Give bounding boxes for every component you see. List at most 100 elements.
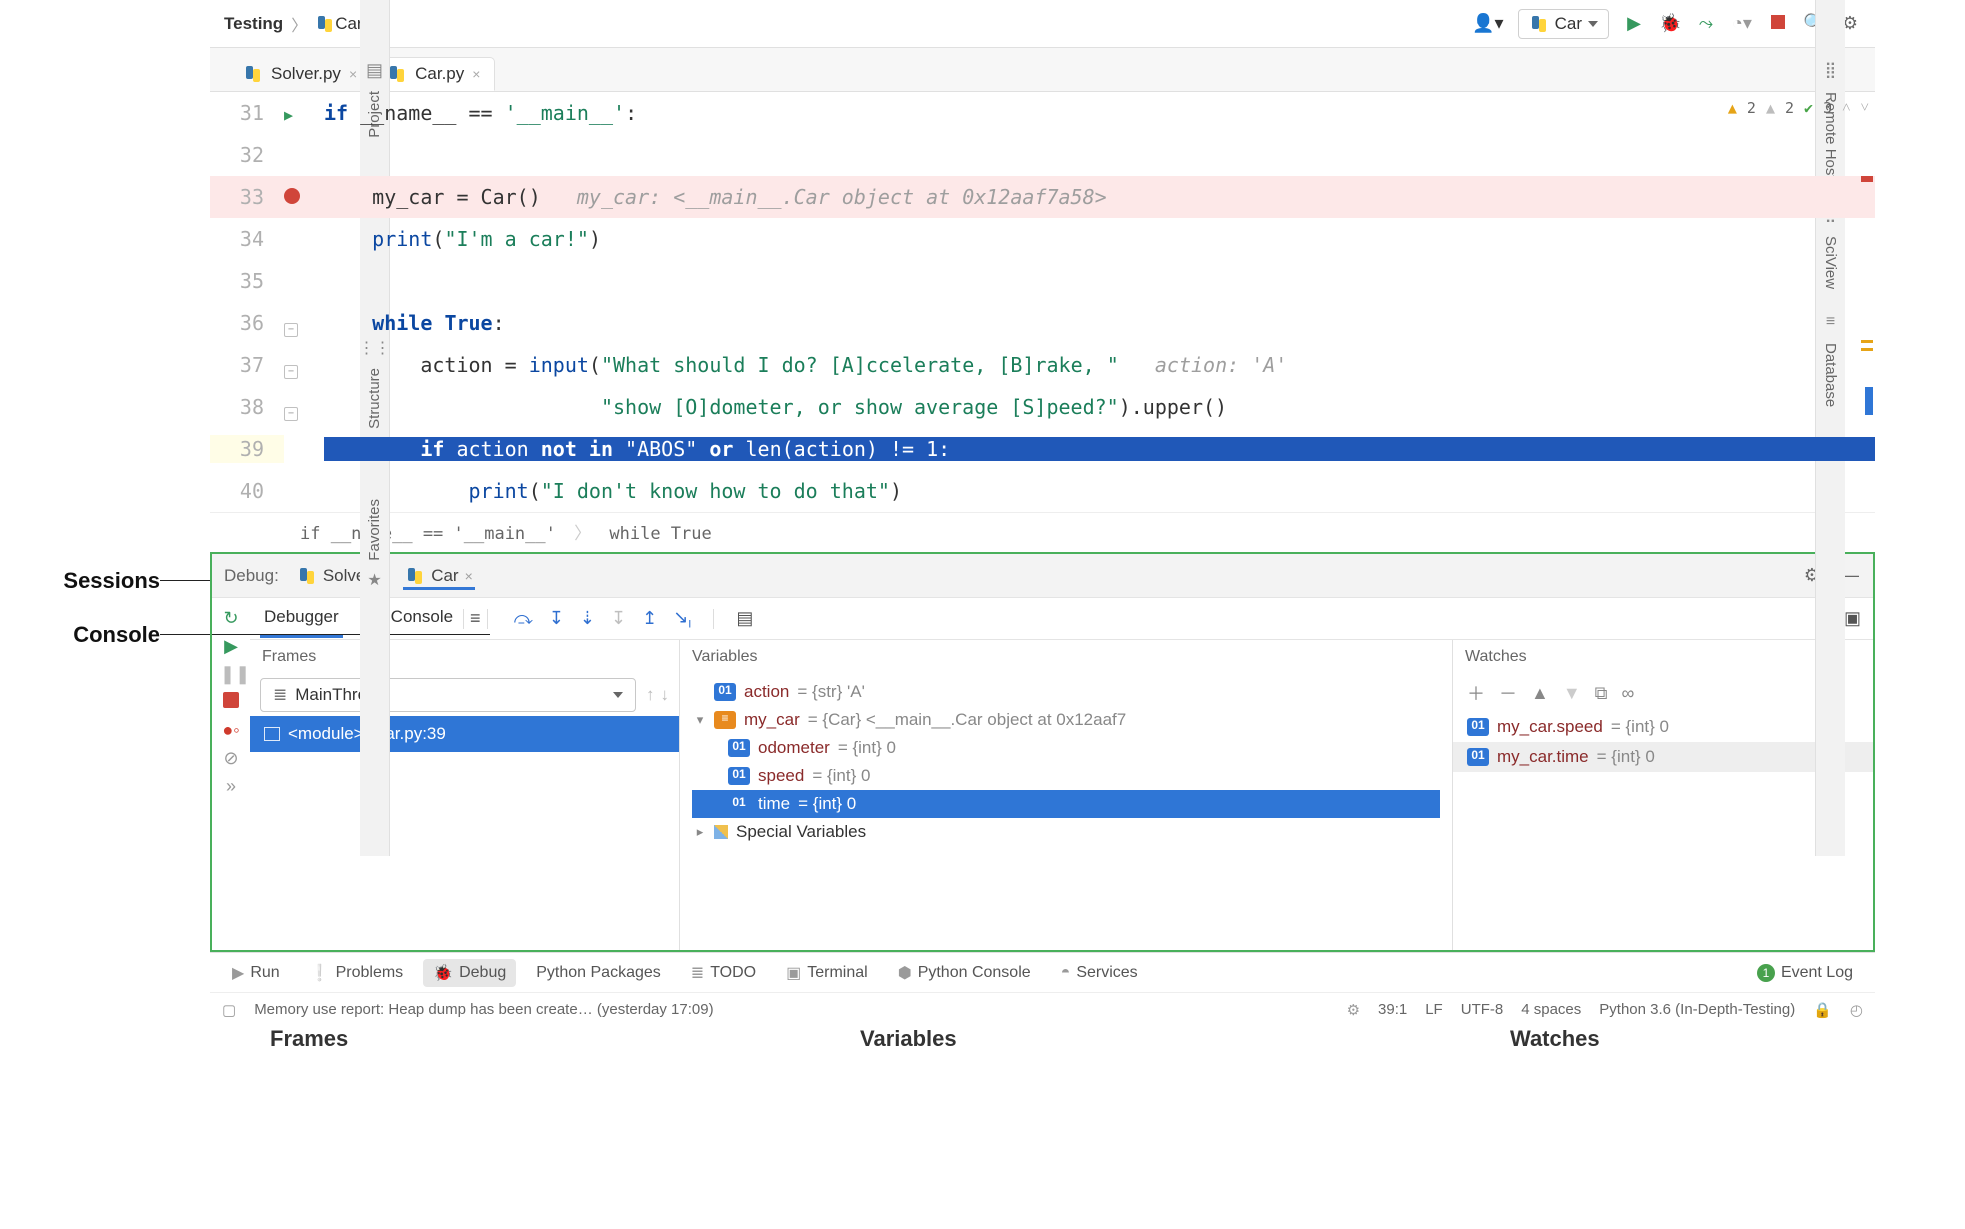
line-number[interactable]: 31 <box>210 99 284 127</box>
debugger-tab[interactable]: Debugger <box>260 599 343 638</box>
run-gutter-icon[interactable]: ▶ <box>284 106 293 124</box>
problems-tool-tab[interactable]: ❕Problems <box>300 959 414 987</box>
more-icon[interactable]: » <box>220 776 242 798</box>
code-line[interactable]: print("I don't know how to do that") <box>324 479 1875 503</box>
scrollbar-markers[interactable] <box>1861 92 1875 512</box>
services-tab[interactable]: ◓Services <box>1051 960 1148 986</box>
stop-debug-button[interactable] <box>220 692 242 714</box>
code-line[interactable]: if action not in "ABOS" or len(action) !… <box>324 437 1875 461</box>
stop-button[interactable] <box>1767 13 1789 34</box>
line-number[interactable]: 36 <box>210 309 284 337</box>
run-config-selector[interactable]: Car <box>1518 9 1609 39</box>
layout-settings-icon[interactable]: ▣ <box>1844 608 1861 629</box>
run-button[interactable]: ▶ <box>1623 13 1645 34</box>
force-step-into-icon[interactable]: ↧ <box>611 608 626 629</box>
editor-tab-solver[interactable]: Solver.py × <box>228 57 372 91</box>
variable-row[interactable]: 01odometer = {int} 0 <box>692 734 1440 762</box>
prev-highlight-icon[interactable]: ˄ <box>1842 98 1850 117</box>
python-packages-tab[interactable]: Python Packages <box>526 960 671 986</box>
fold-toggle[interactable]: − <box>284 407 298 421</box>
move-down-icon[interactable]: ▼ <box>1563 683 1581 704</box>
caret-position[interactable]: 39:1 <box>1378 1001 1407 1018</box>
editor-breadcrumb[interactable]: if __name__ == '__main__' 〉 while True <box>210 512 1875 550</box>
todo-tab[interactable]: ≣TODO <box>681 959 766 987</box>
code-line[interactable]: if __name__ == '__main__': <box>324 101 1875 125</box>
code-line[interactable]: my_car = Car() my_car: <__main__.Car obj… <box>324 185 1875 209</box>
indent-info[interactable]: 4 spaces <box>1521 1001 1581 1018</box>
debug-session-car[interactable]: Car × <box>403 562 475 590</box>
code-with-me-icon[interactable]: 👤▾ <box>1472 13 1503 34</box>
variable-row[interactable]: ▸Special Variables <box>692 818 1440 846</box>
readonly-lock-icon[interactable]: 🔒 <box>1813 1001 1832 1019</box>
code-line[interactable]: "show [O]dometer, or show average [S]pee… <box>324 395 1875 419</box>
run-tool-tab[interactable]: ▶Run <box>222 959 290 987</box>
code-line[interactable]: action = input("What should I do? [A]cce… <box>324 353 1875 377</box>
file-encoding[interactable]: UTF-8 <box>1461 1001 1504 1018</box>
step-over-icon[interactable]: ⤼ <box>514 608 533 629</box>
step-into-icon[interactable]: ↧ <box>549 608 564 629</box>
close-tab-icon[interactable]: × <box>472 66 480 82</box>
step-into-my-code-icon[interactable]: ⇣ <box>580 608 595 629</box>
ide-status-icon[interactable]: ◴ <box>1850 1001 1863 1019</box>
variable-row[interactable]: 01speed = {int} 0 <box>692 762 1440 790</box>
breakpoint-icon[interactable] <box>284 188 300 204</box>
favorites-tool-icon[interactable]: ★ <box>367 570 381 590</box>
add-watch-icon[interactable]: ＋ <box>1467 680 1485 706</box>
step-out-icon[interactable]: ↥ <box>642 608 657 629</box>
remove-watch-icon[interactable]: － <box>1499 680 1517 706</box>
remote-host-icon[interactable]: ⣿ <box>1825 60 1837 80</box>
close-icon[interactable]: × <box>465 568 473 584</box>
background-tasks-icon[interactable]: ⚙ <box>1347 1001 1360 1019</box>
frame-up-icon[interactable]: ↑ <box>646 685 655 705</box>
tool-windows-icon[interactable]: ▢ <box>222 1001 236 1019</box>
interpreter-info[interactable]: Python 3.6 (In-Depth-Testing) <box>1599 1001 1795 1018</box>
duplicate-watch-icon[interactable]: ⧉ <box>1595 683 1608 704</box>
variable-row[interactable]: 01action = {str} 'A' <box>692 678 1440 706</box>
frame-down-icon[interactable]: ↓ <box>661 685 670 705</box>
threads-icon[interactable]: ≡ <box>470 608 481 629</box>
run-coverage-button[interactable]: ⤳ <box>1695 13 1717 34</box>
line-number[interactable]: 33 <box>210 183 284 211</box>
breadcrumb-segment[interactable]: if __name__ == '__main__' <box>300 524 556 544</box>
debug-button[interactable]: 🐞 <box>1659 13 1681 34</box>
stack-frame[interactable]: <module>, Car.py:39 <box>250 716 679 752</box>
line-separator[interactable]: LF <box>1425 1001 1443 1018</box>
code-line[interactable]: while True: <box>324 311 1875 335</box>
fold-toggle[interactable]: − <box>284 365 298 379</box>
python-console-tab[interactable]: ⬢Python Console <box>888 959 1041 987</box>
line-number[interactable]: 34 <box>210 225 284 253</box>
show-watches-icon[interactable]: ∞ <box>1622 683 1635 704</box>
variable-row[interactable]: 01time = {int} 0 <box>692 790 1440 818</box>
line-number[interactable]: 38 <box>210 393 284 421</box>
view-breakpoints-button[interactable]: ●◦ <box>220 720 242 742</box>
event-log-tab[interactable]: 1Event Log <box>1747 960 1863 986</box>
breadcrumb-project[interactable]: Testing <box>224 14 283 34</box>
variable-row[interactable]: ▾≡my_car = {Car} <__main__.Car object at… <box>692 706 1440 734</box>
run-to-cursor-icon[interactable]: ↘I <box>673 607 691 631</box>
collapse-icon[interactable]: ▾ <box>694 712 706 728</box>
code-editor[interactable]: ▲2 ▲2 ✔3 ˄ ˅ 31▶if __name__ == '__main__… <box>210 92 1875 512</box>
mute-breakpoints-button[interactable]: ⊘ <box>220 748 242 770</box>
watch-row[interactable]: 01my_car.speed = {int} 0 <box>1453 712 1873 742</box>
warning-icon[interactable]: ▲ <box>1728 99 1737 117</box>
fold-toggle[interactable]: − <box>284 323 298 337</box>
expand-icon[interactable]: ▸ <box>694 824 706 840</box>
line-number[interactable]: 32 <box>210 141 284 169</box>
line-number[interactable]: 35 <box>210 267 284 295</box>
profile-button[interactable]: ◔▾ <box>1731 13 1753 34</box>
breadcrumb-segment[interactable]: while True <box>609 524 711 544</box>
line-number[interactable]: 39 <box>210 435 284 463</box>
code-line[interactable]: print("I'm a car!") <box>324 227 1875 251</box>
watch-row[interactable]: 01my_car.time = {int} 0 <box>1453 742 1873 772</box>
move-up-icon[interactable]: ▲ <box>1531 683 1549 704</box>
weak-warning-icon[interactable]: ▲ <box>1766 99 1775 117</box>
debug-tool-tab[interactable]: 🐞Debug <box>423 959 516 987</box>
rerun-button[interactable]: ↻ <box>220 608 242 630</box>
terminal-tab[interactable]: ▣Terminal <box>776 959 878 987</box>
pause-button[interactable]: ❚❚ <box>220 664 242 686</box>
evaluate-expression-icon[interactable]: ▤ <box>736 608 753 629</box>
resume-button[interactable]: ▶ <box>220 636 242 658</box>
typo-icon[interactable]: ✔ <box>1804 99 1813 117</box>
line-number[interactable]: 40 <box>210 477 284 505</box>
status-message[interactable]: Memory use report: Heap dump has been cr… <box>254 1001 713 1018</box>
